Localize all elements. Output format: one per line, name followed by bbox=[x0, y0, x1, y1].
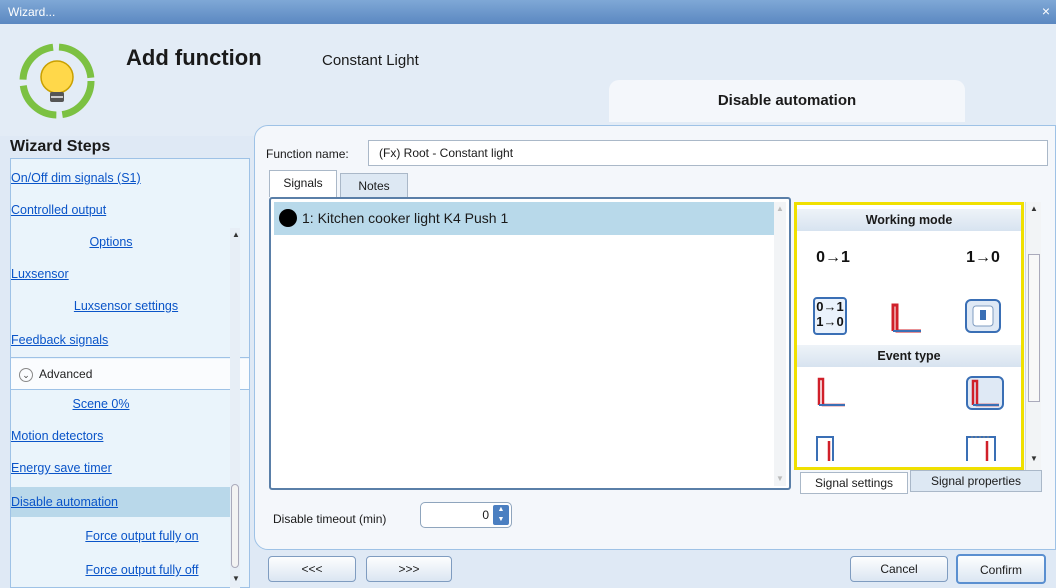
step-onoff-dim-signals[interactable]: On/Off dim signals (S1) bbox=[11, 163, 249, 193]
toggle-mode-icon[interactable] bbox=[963, 297, 1003, 335]
event-square-pulse-icon[interactable] bbox=[815, 431, 849, 463]
steps-scrollbar[interactable]: ▲ ▼ bbox=[230, 228, 240, 588]
disable-timeout-stepper[interactable]: 0 ▲ ▼ bbox=[420, 502, 512, 528]
cancel-button[interactable]: Cancel bbox=[850, 556, 948, 582]
bulb-recycle-logo bbox=[19, 43, 95, 119]
tab-notes[interactable]: Notes bbox=[340, 173, 408, 199]
header: Add function Constant Light Disable auto… bbox=[0, 24, 1056, 136]
chevron-down-icon[interactable]: ⌄ bbox=[19, 367, 33, 382]
working-mode-header: Working mode bbox=[797, 209, 1021, 231]
signals-list: 1: Kitchen cooker light K4 Push 1 ▲ ▼ bbox=[269, 197, 791, 490]
signals-scrollbar[interactable]: ▲ ▼ bbox=[774, 202, 786, 486]
tab-signal-properties[interactable]: Signal properties bbox=[910, 470, 1042, 492]
step-controlled-output[interactable]: Controlled output bbox=[11, 195, 249, 225]
step-force-output-fully-off[interactable]: Force output fully off bbox=[11, 555, 249, 585]
previous-button[interactable]: <<< bbox=[268, 556, 356, 582]
scroll-down-icon[interactable]: ▼ bbox=[776, 474, 784, 483]
scroll-up-icon[interactable]: ▲ bbox=[1030, 204, 1038, 213]
step-options[interactable]: Options bbox=[11, 227, 211, 257]
confirm-button[interactable]: Confirm bbox=[956, 554, 1046, 584]
page-subtitle: Constant Light bbox=[322, 52, 419, 69]
function-name-label: Function name: bbox=[266, 147, 349, 161]
step-motion-detectors[interactable]: Motion detectors bbox=[11, 421, 249, 451]
event-long-pulse-icon[interactable] bbox=[965, 431, 999, 463]
window-title: Wizard... bbox=[8, 5, 56, 19]
scroll-down-icon[interactable]: ▼ bbox=[1030, 454, 1038, 463]
next-button[interactable]: >>> bbox=[366, 556, 452, 582]
page-title: Add function bbox=[126, 45, 262, 70]
scrollbar-thumb[interactable] bbox=[1028, 254, 1040, 402]
event-type-header: Event type bbox=[797, 345, 1021, 367]
wizard-steps-title: Wizard Steps bbox=[10, 138, 111, 155]
tab-signal-settings[interactable]: Signal settings bbox=[800, 472, 908, 494]
list-item[interactable]: 1: Kitchen cooker light K4 Push 1 bbox=[274, 202, 774, 235]
step-scene-0[interactable]: Scene 0% bbox=[11, 389, 191, 419]
signal-settings-panel: Working mode 0→1 1→0 0→1 1→0 Event type bbox=[794, 202, 1024, 470]
scroll-up-icon[interactable]: ▲ bbox=[232, 230, 240, 239]
step-disable-automation[interactable]: Disable automation bbox=[11, 487, 233, 517]
mode-rising-button[interactable]: 0→1 bbox=[813, 249, 853, 275]
advanced-group-header[interactable]: ⌄ Advanced bbox=[11, 359, 249, 389]
disable-timeout-value: 0 bbox=[482, 508, 489, 522]
step-luxsensor-settings[interactable]: Luxsensor settings bbox=[11, 291, 241, 321]
signal-label: 1: Kitchen cooker light K4 Push 1 bbox=[302, 210, 509, 226]
step-feedback-signals[interactable]: Feedback signals bbox=[11, 325, 249, 355]
mode-both-top: 0→1 bbox=[816, 299, 844, 314]
close-icon[interactable]: × bbox=[1042, 3, 1050, 19]
event-pulse-selected-icon[interactable] bbox=[965, 375, 1005, 411]
settings-scrollbar[interactable]: ▲ ▼ bbox=[1025, 202, 1041, 470]
function-name-field[interactable]: (Fx) Root - Constant light bbox=[368, 140, 1048, 166]
scroll-up-icon[interactable]: ▲ bbox=[776, 204, 784, 213]
tab-signals[interactable]: Signals bbox=[269, 170, 337, 197]
disable-timeout-label: Disable timeout (min) bbox=[273, 512, 387, 526]
pulse-mode-icon[interactable] bbox=[887, 297, 927, 335]
wizard-steps-list: On/Off dim signals (S1) Controlled outpu… bbox=[10, 158, 250, 588]
mode-falling-button[interactable]: 1→0 bbox=[963, 249, 1003, 275]
advanced-label: Advanced bbox=[39, 367, 93, 381]
title-bar: Wizard... × bbox=[0, 0, 1056, 24]
scrollbar-thumb[interactable] bbox=[231, 484, 239, 568]
spin-arrows-icon[interactable]: ▲ ▼ bbox=[493, 505, 509, 525]
steps-divider bbox=[11, 357, 249, 358]
event-rising-edge-icon[interactable] bbox=[815, 375, 849, 407]
scroll-down-icon[interactable]: ▼ bbox=[232, 574, 240, 583]
mode-both-bottom: 1→0 bbox=[816, 314, 844, 329]
step-energy-save-timer[interactable]: Energy save timer bbox=[11, 453, 249, 483]
step-force-output-fully-on[interactable]: Force output fully on bbox=[11, 521, 249, 551]
signal-push-icon bbox=[279, 209, 297, 227]
section-tab: Disable automation bbox=[609, 80, 965, 122]
step-luxsensor[interactable]: Luxsensor bbox=[11, 259, 249, 289]
mode-both-button[interactable]: 0→1 1→0 bbox=[813, 297, 847, 335]
